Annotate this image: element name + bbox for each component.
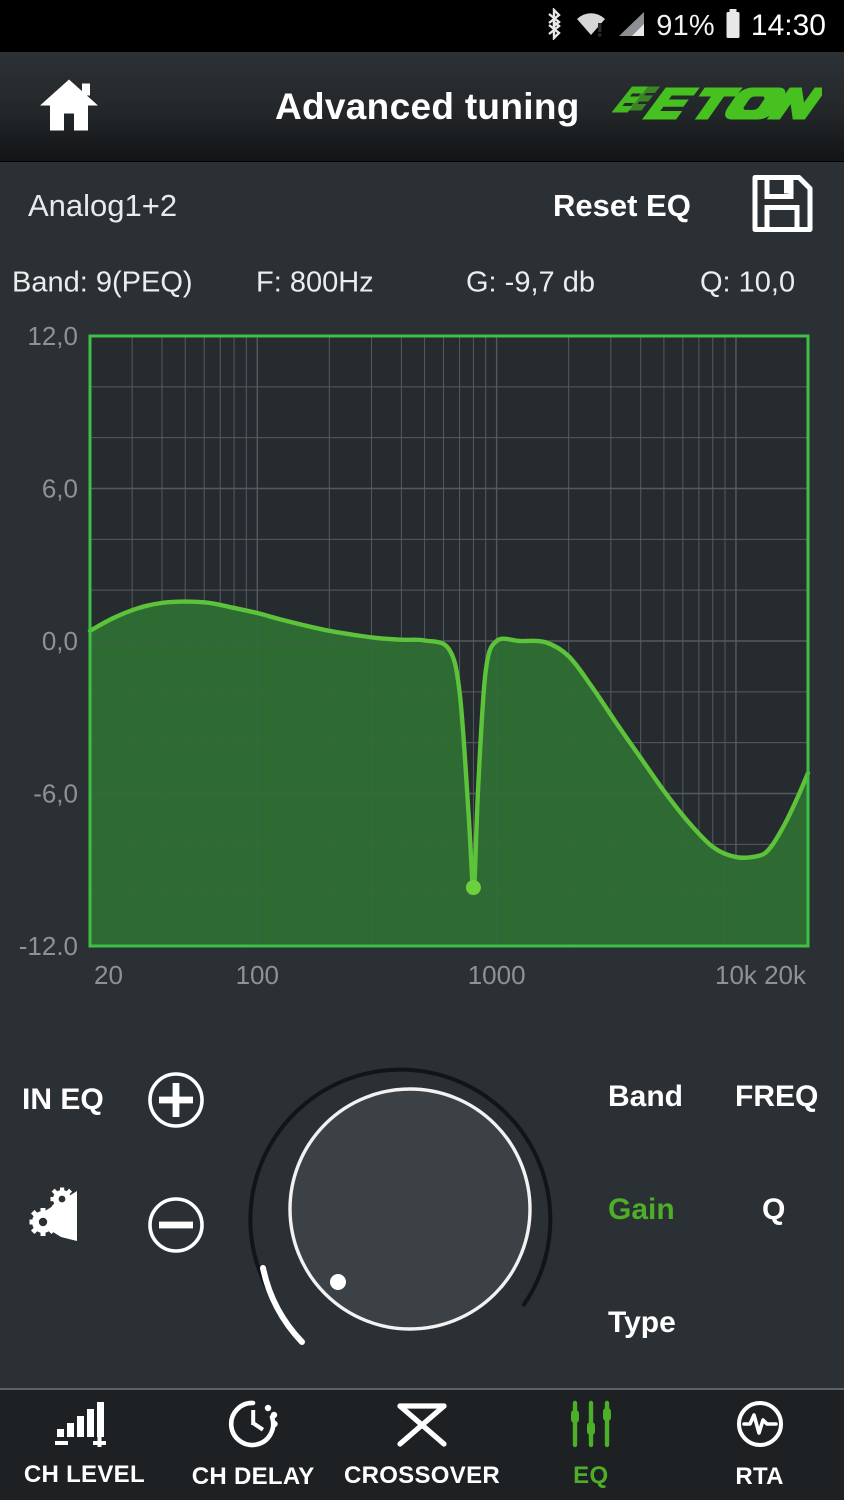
selector-type[interactable]: Type — [608, 1306, 676, 1340]
reset-eq-button[interactable]: Reset EQ — [553, 188, 691, 224]
nav-item-crossover[interactable]: CROSSOVER — [338, 1390, 507, 1500]
home-icon[interactable] — [38, 75, 100, 138]
svg-text:6,0: 6,0 — [42, 474, 78, 504]
frequency-value-label: F: 800Hz — [256, 267, 374, 300]
eq-response-chart[interactable]: 12,0 6,0 0,0 -6,0 -12.0 20 100 1000 10k20k — [0, 316, 844, 1006]
nav-item-rta[interactable]: RTA — [675, 1390, 844, 1500]
q-value-label: Q: 10,0 — [700, 267, 795, 300]
selector-freq[interactable]: FREQ — [735, 1080, 818, 1114]
brand-logo — [612, 78, 822, 135]
title-bar: Advanced tuning — [0, 52, 844, 162]
waveform-circle-icon — [735, 1399, 785, 1454]
nav-label-crossover: CROSSOVER — [344, 1462, 500, 1490]
cellular-signal-icon — [617, 9, 647, 44]
svg-text:12,0: 12,0 — [27, 321, 78, 351]
svg-text:10k: 10k — [715, 960, 758, 990]
channel-selector[interactable]: Analog1+2 — [28, 188, 177, 224]
svg-text:-12.0: -12.0 — [19, 931, 78, 961]
app-screen: 91% 14:30 Advanced tuning — [0, 0, 844, 1500]
svg-text:-6,0: -6,0 — [33, 779, 78, 809]
svg-text:1000: 1000 — [468, 960, 526, 990]
selector-gain[interactable]: Gain — [608, 1193, 675, 1227]
nav-item-ch-level[interactable]: CH LEVEL — [0, 1390, 169, 1500]
clock-icon — [228, 1399, 278, 1454]
eq-graph[interactable]: 12,0 6,0 0,0 -6,0 -12.0 20 100 1000 10k20k — [0, 316, 844, 1006]
minus-circle-icon[interactable] — [146, 1195, 206, 1260]
svg-text:100: 100 — [236, 960, 279, 990]
sliders-icon — [567, 1400, 615, 1453]
speaker-settings-icon[interactable] — [27, 1185, 97, 1252]
crossover-x-icon — [394, 1400, 450, 1453]
gain-value-label: G: -9,7 db — [466, 267, 595, 300]
svg-text:20k: 20k — [764, 960, 807, 990]
nav-label-eq: EQ — [573, 1462, 608, 1490]
nav-label-ch-delay: CH DELAY — [192, 1463, 315, 1491]
nav-item-eq[interactable]: EQ — [506, 1390, 675, 1500]
bottom-nav-bar: CH LEVEL CH DELAY — [0, 1388, 844, 1500]
battery-percent-label: 91% — [656, 10, 715, 43]
level-bars-icon — [55, 1401, 113, 1452]
plus-circle-icon[interactable] — [146, 1070, 206, 1135]
svg-text:0,0: 0,0 — [42, 626, 78, 656]
save-floppy-icon[interactable] — [750, 174, 814, 239]
nav-label-ch-level: CH LEVEL — [24, 1461, 145, 1489]
parameter-row: Band: 9(PEQ) F: 800Hz G: -9,7 db Q: 10,0 — [0, 250, 844, 316]
nav-item-ch-delay[interactable]: CH DELAY — [169, 1390, 338, 1500]
battery-icon — [724, 8, 742, 45]
page-title: Advanced tuning — [275, 86, 580, 128]
channel-row: Analog1+2 Reset EQ — [0, 162, 844, 250]
rotary-knob[interactable] — [245, 1054, 575, 1364]
nav-label-rta: RTA — [735, 1463, 783, 1491]
status-bar: 91% 14:30 — [0, 0, 844, 52]
svg-text:20: 20 — [94, 960, 123, 990]
band-value-label: Band: 9(PEQ) — [12, 267, 193, 300]
clock-label: 14:30 — [751, 9, 826, 43]
bluetooth-icon — [543, 8, 565, 45]
selector-q[interactable]: Q — [762, 1193, 785, 1227]
in-eq-label: IN EQ — [22, 1083, 104, 1117]
wifi-icon — [574, 9, 608, 44]
selector-band[interactable]: Band — [608, 1080, 683, 1114]
